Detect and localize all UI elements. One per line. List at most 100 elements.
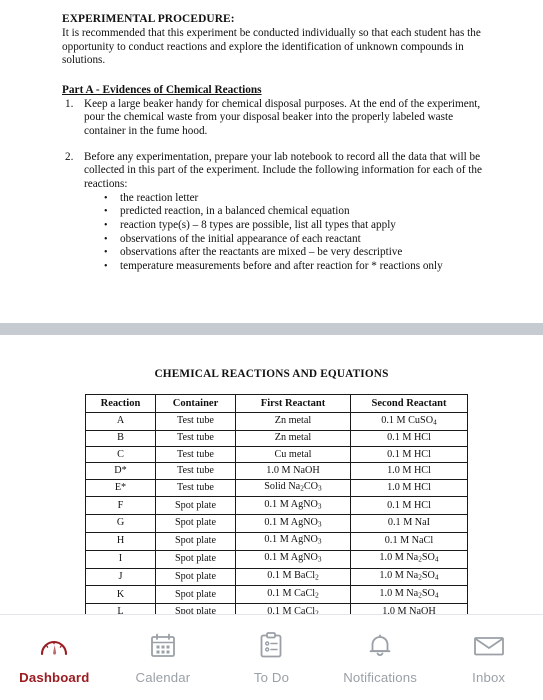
- gauge-icon: [39, 631, 69, 661]
- step-text: Keep a large beaker handy for chemical d…: [84, 97, 481, 137]
- cell-reaction: I: [85, 549, 156, 569]
- cell-second-reactant: 1.0 M HCl: [350, 462, 468, 480]
- column-header-container: Container: [155, 394, 236, 414]
- table-row: I Spot plate 0.1 M AgNO3 1.0 M Na2SO4: [85, 549, 468, 569]
- bell-icon: [366, 631, 394, 661]
- cell-first-reactant: 0.1 M AgNO3: [235, 549, 351, 569]
- bullet-icon: •: [104, 220, 108, 232]
- bottom-navigation-bar: Dashboard Calendar To Do Notifications I…: [0, 614, 543, 700]
- envelope-icon: [473, 631, 505, 661]
- column-header-second-reactant: Second Reactant: [350, 394, 468, 414]
- cell-container: Spot plate: [155, 514, 236, 533]
- cell-second-reactant: 1.0 M Na2SO4: [350, 585, 468, 605]
- cell-reaction: H: [85, 531, 156, 551]
- list-item: • temperature measurements before and af…: [84, 260, 485, 274]
- table-row: C Test tube Cu metal 0.1 M HCl: [85, 446, 468, 464]
- document-page-1: EXPERIMENTAL PROCEDURE: It is recommende…: [0, 0, 543, 274]
- table-row: B Test tube Zn metal 0.1 M HCl: [85, 429, 468, 448]
- cell-container: Spot plate: [155, 603, 236, 614]
- cell-first-reactant: 0.1 M CaCl2: [235, 603, 351, 614]
- cell-reaction: L: [85, 603, 156, 614]
- cell-first-reactant: 1.0 M NaOH: [235, 462, 351, 480]
- chemical-reactions-table: Reaction Container First Reactant Second…: [85, 394, 468, 614]
- table-row: K Spot plate 0.1 M CaCl2 1.0 M Na2SO4: [85, 585, 468, 605]
- table-row: G Spot plate 0.1 M AgNO3 0.1 M NaI: [85, 514, 468, 533]
- list-item-label: reaction type(s) – 8 types are possible,…: [120, 219, 396, 232]
- nav-item-dashboard[interactable]: Dashboard: [0, 631, 109, 685]
- table-row: A Test tube Zn metal 0.1 M CuSO4: [85, 412, 468, 431]
- cell-second-reactant: 0.1 M HCl: [350, 446, 468, 464]
- cell-first-reactant: 0.1 M AgNO3: [235, 514, 351, 533]
- cell-container: Spot plate: [155, 531, 236, 551]
- bullet-icon: •: [104, 260, 108, 272]
- list-item: • observations after the reactants are m…: [84, 246, 485, 260]
- table-body: A Test tube Zn metal 0.1 M CuSO4 B Test tube Z…: [85, 412, 468, 614]
- nav-item-calendar[interactable]: Calendar: [109, 631, 218, 685]
- cell-container: Test tube: [155, 412, 236, 431]
- cell-first-reactant: Zn metal: [235, 429, 351, 448]
- cell-reaction: J: [85, 567, 156, 587]
- column-header-reaction: Reaction: [85, 394, 156, 414]
- procedure-steps-list: 1. Keep a large beaker handy for chemica…: [62, 98, 485, 274]
- page-separator: [0, 323, 543, 336]
- table-row: J Spot plate 0.1 M BaCl2 1.0 M Na2SO4: [85, 567, 468, 587]
- list-item: • the reaction letter: [84, 192, 485, 206]
- cell-container: Spot plate: [155, 585, 236, 605]
- bullet-icon: •: [104, 206, 108, 218]
- calendar-icon: [149, 631, 177, 661]
- cell-second-reactant: 0.1 M NaI: [350, 514, 468, 533]
- cell-first-reactant: Zn metal: [235, 412, 351, 431]
- cell-first-reactant: 0.1 M AgNO3: [235, 531, 351, 551]
- cell-reaction: G: [85, 514, 156, 533]
- cell-reaction: E*: [85, 478, 156, 498]
- list-item-label: predicted reaction, in a balanced chemic…: [120, 205, 350, 218]
- cell-container: Spot plate: [155, 496, 236, 516]
- list-item-label: temperature measurements before and afte…: [120, 259, 443, 272]
- table-title: CHEMICAL REACTIONS AND EQUATIONS: [154, 368, 389, 381]
- table-row: L Spot plate 0.1 M CaCl2 1.0 M NaOH: [85, 603, 468, 614]
- cell-container: Spot plate: [155, 567, 236, 587]
- cell-first-reactant: 0.1 M AgNO3: [235, 496, 351, 516]
- step-number: 1.: [65, 97, 74, 110]
- list-item: • predicted reaction, in a balanced chem…: [84, 205, 485, 219]
- cell-second-reactant: 1.0 M HCl: [350, 478, 468, 498]
- notebook-requirements-list: • the reaction letter • predicted reacti…: [84, 192, 485, 274]
- cell-reaction: D*: [85, 462, 156, 480]
- table-header-row: Reaction Container First Reactant Second…: [85, 394, 468, 414]
- nav-label-calendar: Calendar: [135, 669, 191, 685]
- section-heading: EXPERIMENTAL PROCEDURE:: [62, 13, 235, 25]
- list-item-label: the reaction letter: [120, 191, 199, 204]
- document-page-2: CHEMICAL REACTIONS AND EQUATIONS Reactio…: [0, 335, 543, 614]
- list-item-label: observations of the initial appearance o…: [120, 232, 361, 245]
- cell-second-reactant: 0.1 M HCl: [350, 496, 468, 516]
- bullet-icon: •: [104, 247, 108, 259]
- cell-reaction: C: [85, 446, 156, 464]
- table-row: E* Test tube Solid Na2CO3 1.0 M HCl: [85, 478, 468, 498]
- cell-reaction: B: [85, 429, 156, 448]
- nav-label-todo: To Do: [253, 669, 290, 685]
- list-item: • observations of the initial appearance…: [84, 233, 485, 247]
- cell-container: Test tube: [155, 462, 236, 480]
- cell-container: Test tube: [155, 429, 236, 448]
- cell-first-reactant: 0.1 M BaCl2: [235, 567, 351, 587]
- bullet-icon: •: [104, 233, 108, 245]
- step-number: 2.: [65, 150, 74, 163]
- cell-container: Test tube: [155, 446, 236, 464]
- table-row: F Spot plate 0.1 M AgNO3 0.1 M HCl: [85, 496, 468, 516]
- nav-item-todo[interactable]: To Do: [217, 631, 326, 685]
- nav-label-inbox: Inbox: [472, 669, 506, 685]
- column-header-first-reactant: First Reactant: [235, 394, 351, 414]
- cell-first-reactant: Solid Na2CO3: [235, 478, 351, 498]
- nav-label-dashboard: Dashboard: [19, 669, 90, 685]
- table-row: D* Test tube 1.0 M NaOH 1.0 M HCl: [85, 462, 468, 480]
- list-item: • reaction type(s) – 8 types are possibl…: [84, 219, 485, 233]
- part-a-heading: Part A - Evidences of Chemical Reactions: [62, 83, 262, 96]
- nav-item-notifications[interactable]: Notifications: [326, 631, 435, 685]
- step-text: Before any experimentation, prepare your…: [84, 150, 482, 190]
- procedure-step: 2. Before any experimentation, prepare y…: [62, 151, 485, 274]
- cell-second-reactant: 1.0 M NaOH: [350, 603, 468, 614]
- cell-second-reactant: 0.1 M CuSO4: [350, 412, 468, 431]
- nav-item-inbox[interactable]: Inbox: [434, 631, 543, 685]
- cell-second-reactant: 1.0 M Na2SO4: [350, 549, 468, 569]
- document-viewport[interactable]: EXPERIMENTAL PROCEDURE: It is recommende…: [0, 0, 543, 614]
